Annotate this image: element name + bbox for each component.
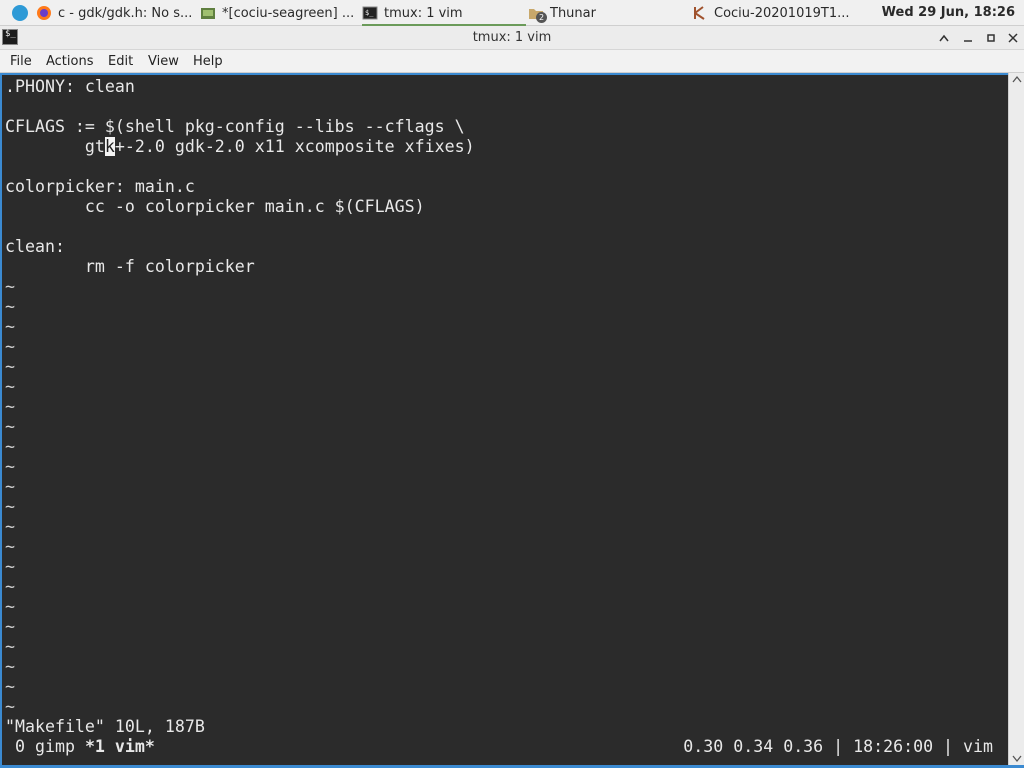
task-count-badge: 2 [536,12,547,23]
tilde-marker: ~ [5,297,15,316]
maximize-icon [987,34,995,42]
window-titlebar[interactable]: $_ tmux: 1 vim [0,26,1024,50]
tilde-marker: ~ [5,577,15,596]
menu-file[interactable]: File [8,50,34,73]
code-line: clean: [5,237,65,256]
tilde-marker: ~ [5,657,15,676]
code-text: gt [5,137,105,156]
menu-view[interactable]: View [146,50,181,73]
tilde-marker: ~ [5,697,15,716]
minimize-icon [964,40,972,42]
scroll-down-arrow-icon[interactable] [1012,755,1022,763]
task-tmux[interactable]: $_ tmux: 1 vim [362,0,526,26]
svg-text:$_: $_ [365,9,374,17]
clock[interactable]: Wed 29 Jun, 18:26 [882,0,1015,26]
close-button[interactable] [1003,28,1023,48]
task-firefox[interactable]: c - gdk/gdk.h: No s... [36,0,196,26]
menu-help[interactable]: Help [191,50,225,73]
task-label: tmux: 1 vim [384,5,463,21]
terminal-icon: $_ [362,5,378,21]
tilde-marker: ~ [5,597,15,616]
shade-button[interactable] [934,28,954,48]
gimp-icon [200,5,216,21]
tmux-window-list: 0 gimp [5,737,85,756]
tilde-marker: ~ [5,477,15,496]
tilde-marker: ~ [5,357,15,376]
tilde-marker: ~ [5,277,15,296]
top-panel: c - gdk/gdk.h: No s... *[cociu-seagreen]… [0,0,1024,26]
vim-message: "Makefile" 10L, 187B [5,717,205,736]
close-icon [1008,33,1018,43]
code-line: CFLAGS := $(shell pkg-config --libs --cf… [5,117,465,136]
code-line-cursor: gtk+-2.0 gdk-2.0 x11 xcomposite xfixes) [5,137,475,157]
tilde-marker: ~ [5,417,15,436]
chevron-up-icon [939,34,949,42]
tilde-marker: ~ [5,437,15,456]
terminal-view[interactable]: .PHONY: clean CFLAGS := $(shell pkg-conf… [0,73,1008,765]
task-label: *[cociu-seagreen] ... [222,5,355,21]
code-line: rm -f colorpicker [5,257,255,276]
task-thunar[interactable]: 2 Thunar [528,0,688,26]
menubar: File Actions Edit View Help [0,50,1024,73]
tilde-marker: ~ [5,517,15,536]
task-image-viewer[interactable]: Cociu-20201019T1... [692,0,864,26]
maximize-button[interactable] [981,28,1001,48]
app-menu-icon[interactable] [12,5,28,21]
terminal-scrollbar[interactable] [1008,73,1024,765]
tilde-marker: ~ [5,637,15,656]
tilde-marker: ~ [5,557,15,576]
scroll-up-arrow-icon[interactable] [1012,75,1022,83]
tilde-marker: ~ [5,397,15,416]
tilde-marker: ~ [5,457,15,476]
tmux-status-right: 0.30 0.34 0.36 | 18:26:00 | vim [683,737,993,756]
menu-actions[interactable]: Actions [44,50,96,73]
code-line: colorpicker: main.c [5,177,195,196]
tilde-marker: ~ [5,377,15,396]
code-text: +-2.0 gdk-2.0 x11 xcomposite xfixes) [114,137,475,156]
code-line: .PHONY: clean [5,77,135,96]
window-title: tmux: 1 vim [472,30,552,45]
task-label: Thunar [550,5,596,21]
tilde-marker: ~ [5,337,15,356]
menu-edit[interactable]: Edit [106,50,135,73]
tilde-marker: ~ [5,537,15,556]
tilde-marker: ~ [5,617,15,636]
tilde-marker: ~ [5,317,15,336]
image-viewer-icon [692,5,708,21]
text-cursor: k [104,137,115,156]
tmux-status-bar: 0 gimp *1 vim* 0.30 0.34 0.36 | 18:26:00 … [5,737,1005,757]
tmux-active-window: *1 vim* [84,737,155,756]
task-gimp[interactable]: *[cociu-seagreen] ... [200,0,360,26]
code-line: cc -o colorpicker main.c $(CFLAGS) [5,197,425,216]
tilde-marker: ~ [5,677,15,696]
minimize-button[interactable] [958,28,978,48]
tilde-marker: ~ [5,497,15,516]
firefox-icon [36,5,52,21]
task-label: Cociu-20201019T1... [714,5,850,21]
task-label: c - gdk/gdk.h: No s... [58,5,193,21]
folder-icon: 2 [528,5,547,23]
